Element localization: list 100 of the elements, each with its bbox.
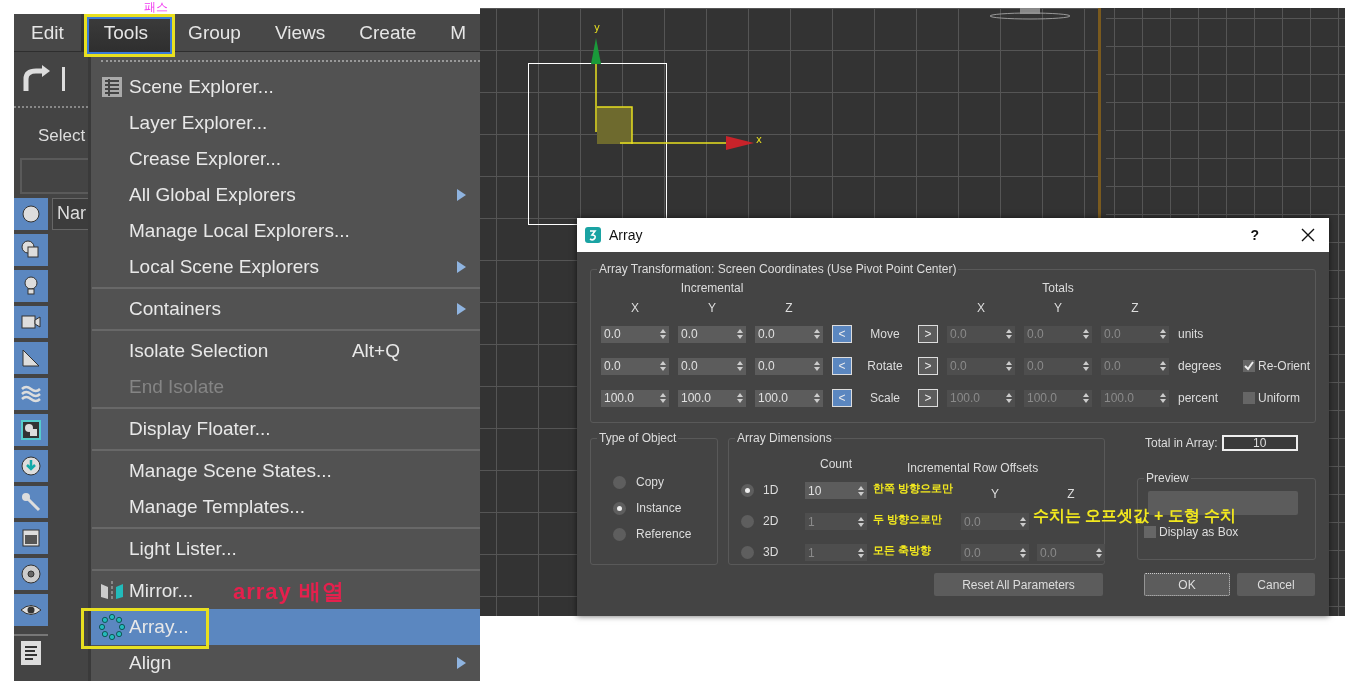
number-field[interactable]: 0.0 <box>678 357 746 375</box>
number-field[interactable]: 0.0 <box>601 325 669 343</box>
submenu-arrow-icon <box>457 189 466 201</box>
cancel-button[interactable]: Cancel <box>1237 573 1315 596</box>
checkbox[interactable] <box>1144 526 1156 538</box>
toolbar-button[interactable] <box>14 342 48 374</box>
unit-label: percent <box>1178 391 1220 405</box>
close-icon <box>1301 228 1315 242</box>
menu-item[interactable]: Local Scene Explorers <box>91 249 480 285</box>
number-field[interactable]: 100.0 <box>601 389 669 407</box>
toolbar-button[interactable] <box>14 198 48 230</box>
axis-header: Y <box>990 485 1000 501</box>
arrow-button[interactable]: < <box>832 325 852 343</box>
arrow-button[interactable]: < <box>832 357 852 375</box>
axis-header: Y <box>1053 300 1063 317</box>
toolbar-button[interactable] <box>14 414 48 446</box>
spinner-arrows-icon[interactable] <box>1020 516 1026 527</box>
checkbox-label: Display as Box <box>1159 525 1239 539</box>
spinner-arrows-icon[interactable] <box>1160 329 1166 339</box>
spinner-arrows-icon[interactable] <box>814 329 820 339</box>
menu-item[interactable]: Isolate Selection Alt+Q <box>91 333 480 369</box>
menu-item[interactable]: Crease Explorer... <box>91 141 296 177</box>
number-field[interactable]: 0.0 <box>755 325 823 343</box>
reset-button[interactable]: Reset All Parameters <box>934 573 1103 596</box>
radio-button[interactable] <box>613 501 626 515</box>
toolbar-button[interactable] <box>14 270 48 302</box>
row-label: Rotate <box>866 358 904 375</box>
number-field[interactable]: 0.0 <box>678 325 746 343</box>
spinner-arrows-icon[interactable] <box>1083 329 1089 339</box>
spinner-arrows-icon[interactable] <box>814 393 820 403</box>
toolbar-button[interactable] <box>14 450 48 482</box>
spinner-arrows-icon[interactable] <box>1083 393 1089 403</box>
menu-title[interactable]: Create <box>342 14 434 51</box>
arrow-button[interactable]: > <box>918 325 938 343</box>
spinner-arrows-icon[interactable] <box>1006 329 1012 339</box>
spinner-arrows-icon[interactable] <box>660 393 666 403</box>
toolbar-button[interactable] <box>14 594 48 626</box>
menu-title[interactable]: Group <box>171 14 258 51</box>
number-field[interactable]: 0.0 <box>601 357 669 375</box>
submenu-arrow-icon <box>457 261 466 273</box>
menu-item[interactable]: Mirror... <box>91 573 208 609</box>
menu-item[interactable]: Array... <box>91 609 480 645</box>
spinner-arrows-icon[interactable] <box>858 485 864 496</box>
spinner-arrows-icon[interactable] <box>737 393 743 403</box>
radio-label: 2D <box>763 513 780 530</box>
submenu-arrow-icon <box>457 303 466 315</box>
checkbox[interactable] <box>1243 360 1255 372</box>
spinner-arrows-icon[interactable] <box>1160 393 1166 403</box>
annotation-text: 패스 <box>144 0 168 16</box>
spinner-arrows-icon[interactable] <box>1006 361 1012 371</box>
menu-item[interactable]: Display Floater... <box>91 411 285 447</box>
number-field[interactable]: 0.0 <box>755 357 823 375</box>
menu-title[interactable]: M <box>433 14 484 51</box>
radio-button[interactable] <box>741 484 754 497</box>
menu-item[interactable]: Align <box>91 645 480 681</box>
number-field[interactable]: 100.0 <box>678 389 746 407</box>
menu-title[interactable]: Views <box>257 14 343 51</box>
spinner-arrows-icon[interactable] <box>1160 361 1166 371</box>
menu-item[interactable]: Containers <box>91 291 480 327</box>
arrow-button[interactable]: < <box>832 389 852 407</box>
spinner-arrows-icon[interactable] <box>1006 393 1012 403</box>
transform-gizmo-drawing[interactable]: y x <box>528 16 768 226</box>
number-field[interactable]: 100.0 <box>755 389 823 407</box>
axis-header: Z <box>1066 485 1076 501</box>
toolbar-button[interactable] <box>14 306 48 338</box>
spinner-arrows-icon[interactable] <box>814 361 820 371</box>
radio-button[interactable] <box>613 475 626 489</box>
checkbox[interactable] <box>1243 392 1255 404</box>
menu-item[interactable]: Manage Scene States... <box>91 453 346 489</box>
axis-header: Z <box>784 300 794 317</box>
menu-item[interactable]: Scene Explorer... <box>91 69 288 105</box>
number-field[interactable]: 10 <box>805 482 867 499</box>
toolbar-button[interactable] <box>14 558 48 590</box>
select-label: Select <box>38 126 86 147</box>
spinner-arrows-icon[interactable] <box>660 361 666 371</box>
menu-title[interactable]: Edit <box>14 14 81 51</box>
spinner-arrows-icon[interactable] <box>1020 547 1026 558</box>
group-title: Array Transformation: Screen Coordinates (Use Pivot Point Center) <box>598 262 958 276</box>
ok-button[interactable]: OK <box>1144 573 1230 596</box>
help-button[interactable]: ? <box>1246 227 1263 243</box>
unit-label: units <box>1178 327 1205 341</box>
spinner-arrows-icon[interactable] <box>1096 547 1102 558</box>
total-field[interactable]: 10 <box>1221 435 1298 451</box>
toolbar-button[interactable] <box>14 522 48 554</box>
menu-item[interactable]: Layer Explorer... <box>91 105 282 141</box>
spinner-arrows-icon[interactable] <box>737 329 743 339</box>
toolbar-button[interactable] <box>14 234 48 266</box>
spinner-arrows-icon[interactable] <box>737 361 743 371</box>
radio-button[interactable] <box>613 527 626 541</box>
menu-item[interactable]: Manage Templates... <box>91 489 320 525</box>
group-title: Preview <box>1145 471 1190 485</box>
arrow-button[interactable]: > <box>918 389 938 407</box>
axis-header: X <box>630 300 640 317</box>
table-icon <box>101 76 123 98</box>
spinner-arrows-icon[interactable] <box>660 329 666 339</box>
document-icon[interactable] <box>21 641 41 665</box>
menu-item[interactable]: Light Lister... <box>91 531 251 567</box>
spinner-arrows-icon[interactable] <box>1083 361 1089 371</box>
close-button[interactable] <box>1299 226 1317 244</box>
arrow-button[interactable]: > <box>918 357 938 375</box>
